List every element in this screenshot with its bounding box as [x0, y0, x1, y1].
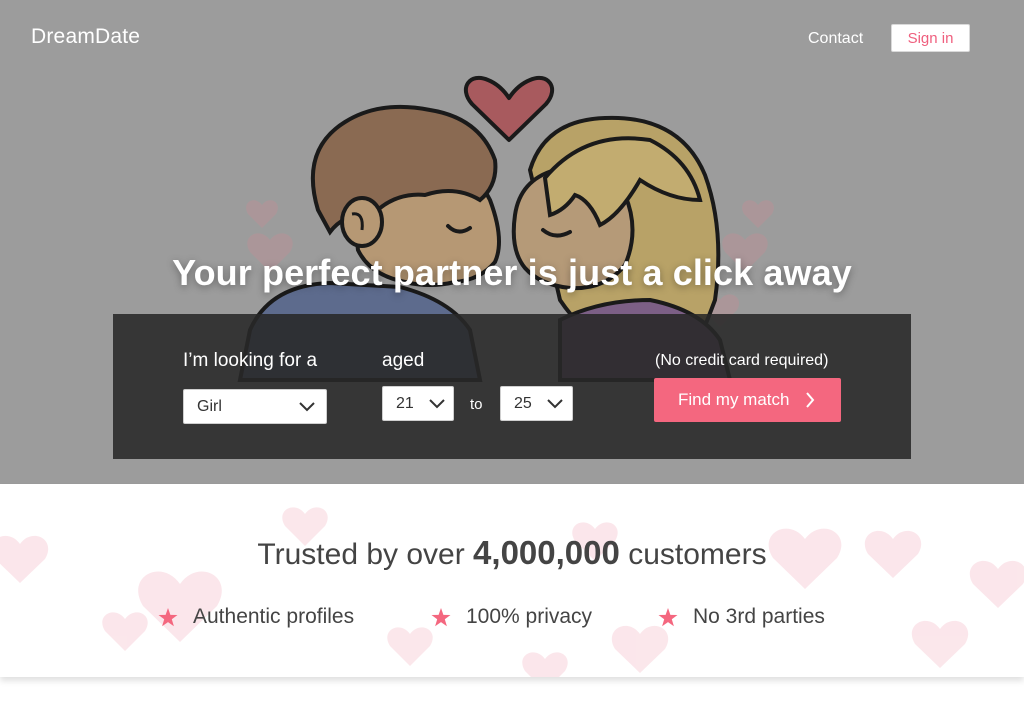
star-icon — [658, 608, 678, 627]
brand-logo[interactable]: DreamDate — [31, 25, 140, 49]
age-min-select[interactable]: 21 — [382, 386, 454, 421]
hero-section: DreamDate Contact Sign in Your perfect p… — [0, 0, 1024, 484]
chevron-down-icon — [299, 402, 315, 412]
hero-headline: Your perfect partner is just a click awa… — [172, 252, 852, 293]
search-panel: I’m looking for a Girl aged 21 to 25 (No… — [113, 314, 911, 459]
chevron-right-icon — [806, 392, 815, 408]
nav-contact-link[interactable]: Contact — [808, 30, 863, 48]
find-match-label: Find my match — [678, 390, 790, 409]
chevron-down-icon — [429, 399, 445, 409]
feature-label: 100% privacy — [466, 605, 593, 628]
feature-label: Authentic profiles — [193, 605, 355, 628]
no-credit-card-note: (No credit card required) — [655, 352, 829, 369]
to-label: to — [470, 396, 483, 413]
customer-count: 4,000,000 — [473, 534, 620, 571]
trust-suffix: customers — [619, 538, 767, 571]
trust-prefix: Trusted by over — [257, 538, 474, 571]
age-min-value: 21 — [396, 395, 414, 412]
gender-select-value: Girl — [197, 398, 222, 415]
age-max-select[interactable]: 25 — [500, 386, 573, 421]
star-icon — [431, 608, 451, 627]
feature-privacy: 100% privacy — [431, 605, 596, 633]
star-icon — [158, 608, 178, 627]
aged-label: aged — [382, 350, 425, 371]
feature-label: No 3rd parties — [693, 605, 825, 628]
trust-heading: Trusted by over 4,000,000 customers — [0, 534, 1024, 572]
feature-no-third-parties: No 3rd parties — [658, 605, 838, 633]
trust-section: Trusted by over 4,000,000 customers Auth… — [0, 484, 1024, 677]
signin-button[interactable]: Sign in — [891, 24, 970, 52]
looking-for-label: I’m looking for a — [183, 350, 318, 371]
hearts-pattern — [0, 507, 1024, 677]
gender-select[interactable]: Girl — [183, 389, 327, 424]
chevron-down-icon — [547, 399, 563, 409]
find-match-button[interactable]: Find my match — [654, 378, 841, 422]
feature-authentic-profiles: Authentic profiles — [158, 605, 368, 633]
age-max-value: 25 — [514, 395, 532, 412]
